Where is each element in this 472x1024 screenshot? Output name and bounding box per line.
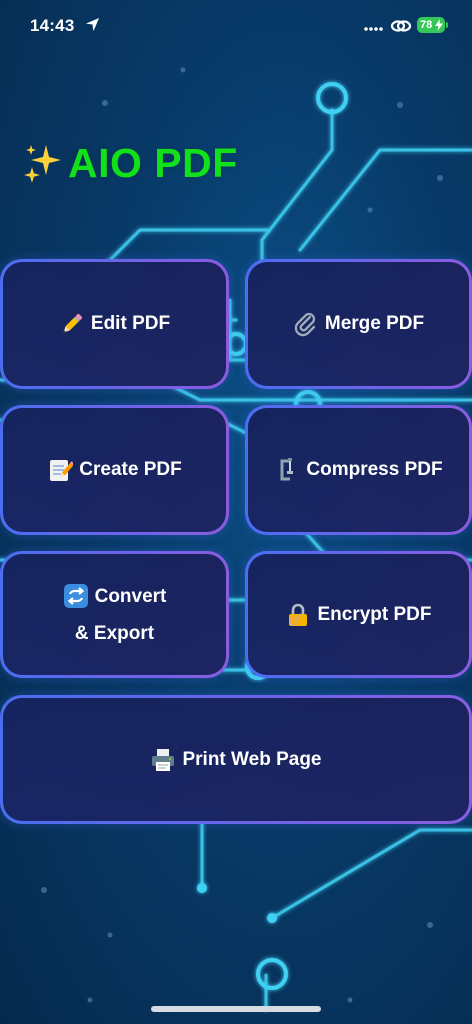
- print-web-page-content: Print Web Page: [150, 747, 322, 773]
- charging-bolt-icon: [435, 19, 443, 31]
- merge-pdf-label: Merge PDF: [324, 313, 425, 334]
- merge-pdf-content: Merge PDF: [293, 311, 424, 337]
- sparkles-icon: [24, 145, 61, 183]
- edit-pdf-button[interactable]: Edit PDF: [0, 259, 229, 389]
- pencil-icon: [63, 313, 83, 333]
- edit-pdf-content: Edit PDF: [59, 311, 170, 337]
- battery-indicator: 78: [417, 17, 445, 33]
- create-pdf-button[interactable]: Create PDF: [0, 405, 229, 535]
- clamp-icon: [280, 458, 294, 481]
- convert-export-content: Convert & Export: [63, 578, 167, 652]
- app-title: AIO PDF: [22, 138, 238, 188]
- compress-pdf-content: Compress PDF: [274, 457, 443, 483]
- edit-pdf-label: Edit PDF: [90, 313, 171, 334]
- convert-export-row: Convert: [63, 578, 167, 615]
- create-pdf-content: Create PDF: [47, 457, 182, 483]
- merge-pdf-button[interactable]: Merge PDF: [245, 259, 472, 389]
- printer-icon: [152, 748, 175, 771]
- print-web-page-label: Print Web Page: [182, 748, 322, 770]
- encrypt-pdf-label: Encrypt PDF: [317, 603, 432, 625]
- status-time: 14:43: [30, 16, 75, 35]
- link-icon: [390, 20, 412, 32]
- signal-dots-icon: [364, 27, 383, 31]
- battery-cap: [446, 22, 448, 28]
- locked-with-key-icon: [289, 603, 308, 626]
- location-arrow-icon: [85, 17, 100, 32]
- paperclip-icon: [294, 312, 316, 337]
- home-indicator[interactable]: [151, 1006, 321, 1012]
- encrypt-pdf-content: Encrypt PDF: [285, 602, 432, 628]
- memo-icon: [50, 460, 74, 481]
- print-web-page-button[interactable]: Print Web Page: [0, 695, 472, 824]
- convert-label: Convert: [94, 585, 167, 607]
- compress-pdf-button[interactable]: Compress PDF: [245, 405, 472, 535]
- convert-export-button[interactable]: Convert & Export: [0, 551, 229, 678]
- app-title-text: AIO PDF: [68, 139, 238, 186]
- repeat-arrows-icon: [63, 584, 88, 608]
- battery-level: 78: [420, 19, 433, 31]
- status-bar: 14:43 78: [0, 0, 472, 54]
- compress-pdf-label: Compress PDF: [306, 459, 443, 480]
- create-pdf-label: Create PDF: [79, 459, 182, 480]
- export-label: & Export: [74, 622, 155, 644]
- encrypt-pdf-button[interactable]: Encrypt PDF: [245, 551, 472, 678]
